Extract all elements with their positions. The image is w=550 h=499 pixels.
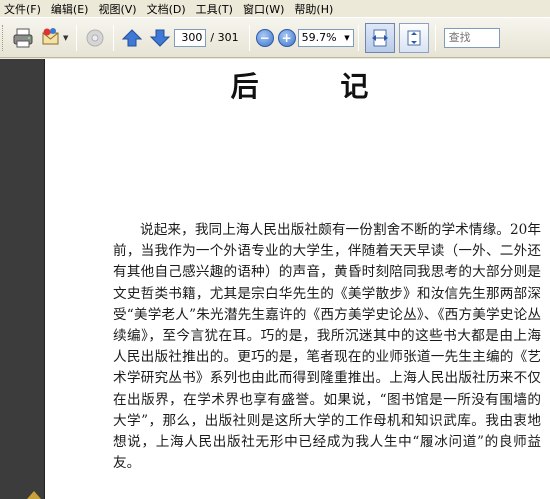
arrow-up-icon <box>122 28 143 46</box>
search-input[interactable] <box>443 27 500 48</box>
menu-file[interactable]: 文件(F) <box>0 1 46 17</box>
page-title: 后 记 <box>230 70 405 103</box>
body-paragraph: 说起来，我同上海人民出版社颇有一份割舍不断的学术情缘。20年前，当我作为一个外语… <box>113 222 541 472</box>
print-button[interactable] <box>9 24 37 52</box>
zoom-value: 59.7% <box>301 31 337 44</box>
toolbar-grip[interactable] <box>2 24 5 51</box>
zoom-in-button[interactable]: + <box>277 28 296 47</box>
email-icon <box>42 27 59 44</box>
menu-window[interactable]: 窗口(W) <box>238 1 289 17</box>
pointer-icon <box>27 491 41 499</box>
menu-view[interactable]: 视图(V) <box>93 1 141 17</box>
toolbar-separator <box>248 24 250 51</box>
navigation-pane[interactable] <box>0 59 44 499</box>
fit-width-button[interactable] <box>364 22 395 53</box>
document-page[interactable]: 后 记 说起来，我同上海人民出版社颇有一份割舍不断的学术情缘。20年前，当我作为… <box>44 59 550 499</box>
chevron-down-icon[interactable]: ▼ <box>63 34 68 42</box>
menu-edit[interactable]: 编辑(E) <box>46 1 94 17</box>
chevron-down-icon: ▼ <box>344 33 350 42</box>
page-number-input[interactable] <box>174 28 207 47</box>
arrow-down-icon <box>150 29 171 47</box>
fit-page-button[interactable] <box>398 22 429 53</box>
fit-width-icon <box>371 29 388 46</box>
printer-icon <box>13 28 33 47</box>
zoom-out-icon: − <box>259 30 270 45</box>
zoom-in-icon: + <box>281 30 292 45</box>
menu-document[interactable]: 文档(D) <box>142 1 191 17</box>
zoom-select[interactable]: 59.7% ▼ <box>297 28 354 47</box>
previous-page-button[interactable] <box>118 24 146 52</box>
disc-icon <box>86 29 104 46</box>
toolbar: ▼ / 301 − + 59.7% ▼ <box>0 17 550 58</box>
menu-tools[interactable]: 工具(T) <box>191 1 238 17</box>
toolbar-separator <box>357 24 359 51</box>
disabled-tool-button[interactable] <box>81 24 109 52</box>
menu-bar: 文件(F) 编辑(E) 视图(V) 文档(D) 工具(T) 窗口(W) 帮助(H… <box>0 0 550 17</box>
toolbar-separator <box>434 24 436 51</box>
next-page-button[interactable] <box>146 24 174 52</box>
zoom-out-button[interactable]: − <box>255 28 274 47</box>
menu-help[interactable]: 帮助(H) <box>289 1 338 17</box>
toolbar-separator <box>76 24 78 51</box>
fit-page-icon <box>407 30 421 45</box>
email-button[interactable] <box>37 24 65 52</box>
page-total: / 301 <box>210 31 239 44</box>
toolbar-separator <box>113 24 115 51</box>
